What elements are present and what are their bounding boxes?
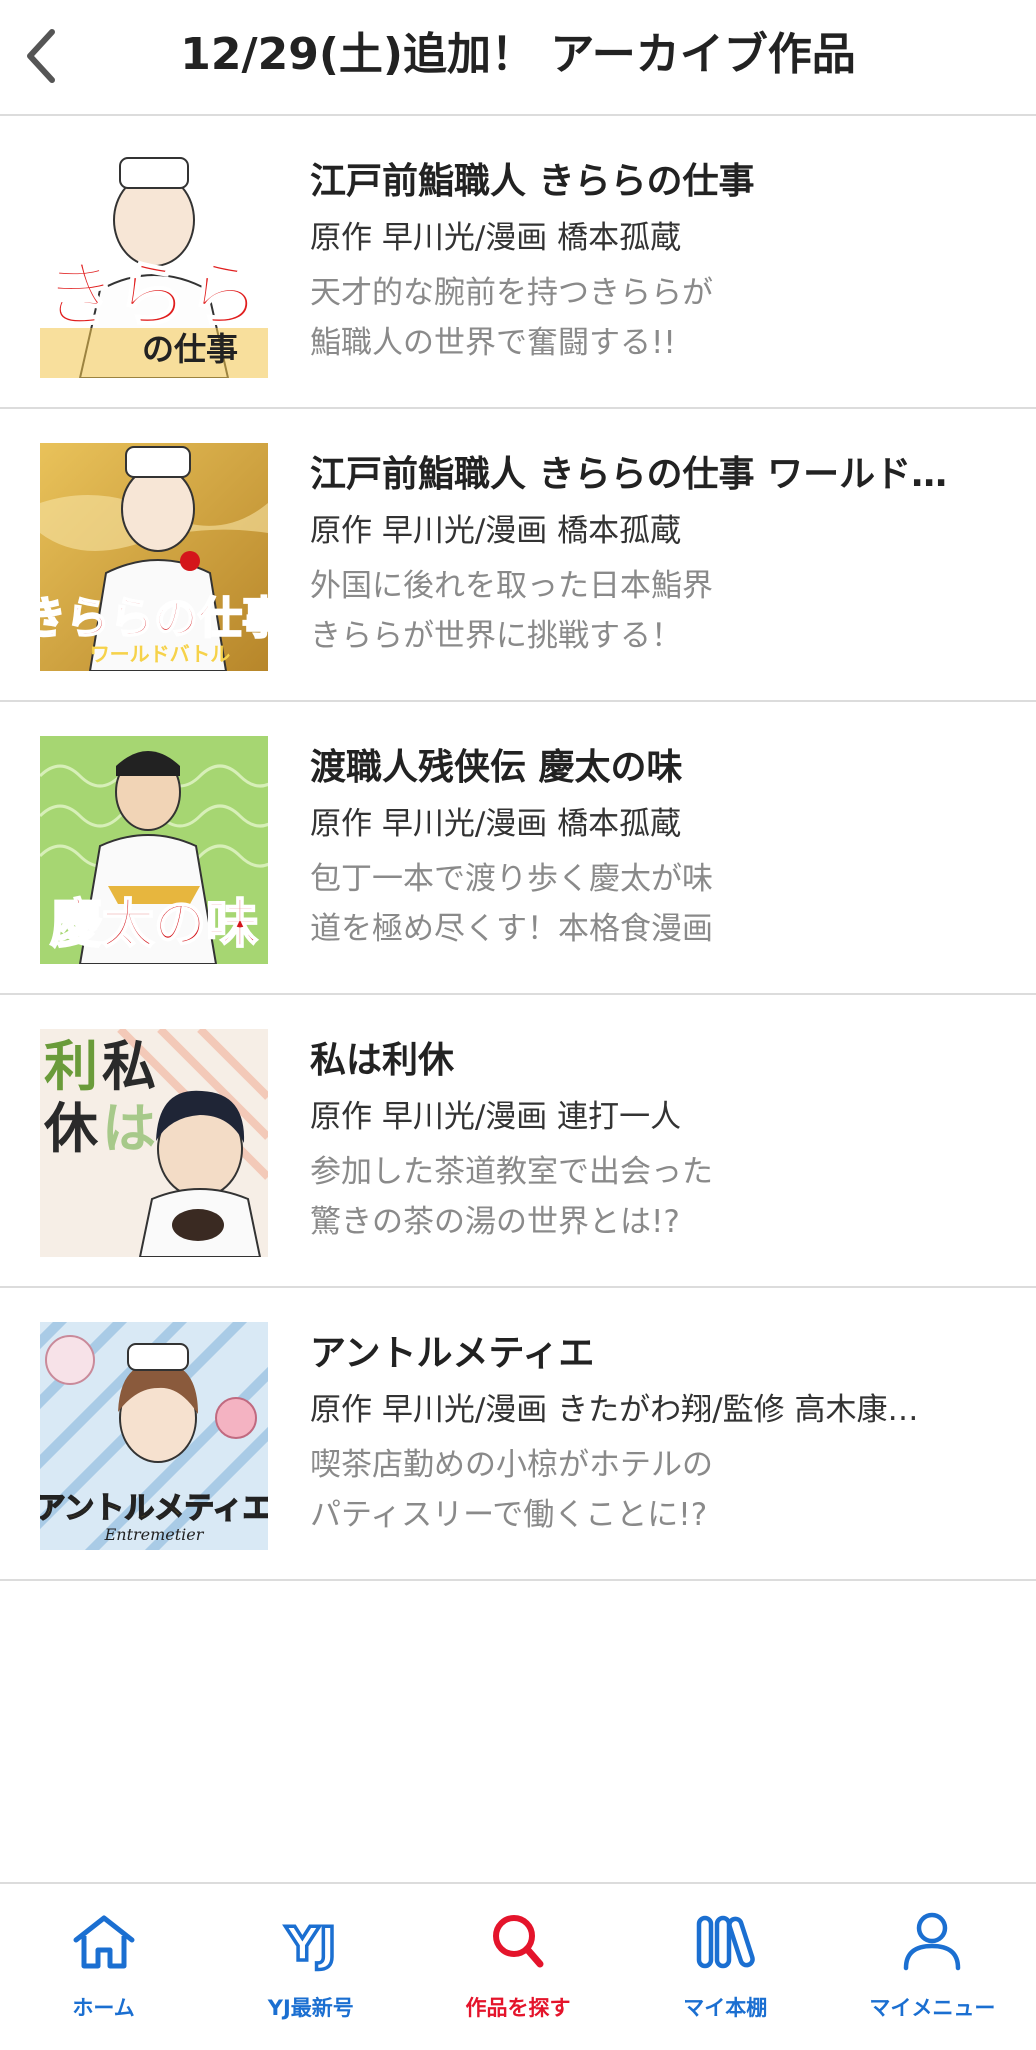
list-item[interactable]: 利 私 休 は 私は利休 原作 早川光/漫画 連打一人 参加した茶道教室で出会っ…	[0, 995, 1036, 1288]
bookshelf-icon	[696, 1915, 756, 1969]
tab-label: マイメニュー	[869, 1996, 996, 2020]
svg-text:きらら: きらら	[44, 252, 260, 337]
list-item[interactable]: きららの仕事 ワールドバトル 江戸前鮨職人 きららの仕事 ワールド… 原作 早川…	[0, 409, 1036, 702]
svg-text:きららの仕事: きららの仕事	[40, 593, 268, 644]
tab-label: マイ本棚	[683, 1996, 768, 2020]
archive-list: きらら の仕事 江戸前鮨職人 きららの仕事 原作 早川光/漫画 橋本孤蔵 天才的…	[0, 116, 1036, 1581]
svg-text:ワールドバトル: ワールドバトル	[90, 642, 231, 666]
item-description-line: 道を極め尽くす！本格食漫画	[310, 911, 713, 947]
item-description: 天才的な腕前を持つきららが 鮨職人の世界で奮闘する!!	[310, 268, 1000, 368]
home-icon	[73, 1915, 135, 1969]
item-description-line: パティスリーで働くことに!?	[310, 1497, 708, 1533]
item-description: 外国に後れを取った日本鮨界 きららが世界に挑戦する！	[310, 561, 1000, 661]
tab-label: ホーム	[72, 1996, 135, 2020]
svg-text:は: は	[102, 1096, 156, 1160]
list-item[interactable]: 慶太の味 渡職人残侠伝 慶太の味 原作 早川光/漫画 橋本孤蔵 包丁一本で渡り歩…	[0, 702, 1036, 995]
yj-logo-icon: YJ	[283, 1915, 338, 1972]
item-author: 原作 早川光/漫画 きたがわ翔/監修 高木康…	[310, 1392, 919, 1428]
tab-home[interactable]: ホーム	[0, 1884, 207, 2050]
page-title: 12/29(土)追加！ アーカイブ作品	[180, 29, 856, 80]
list-item[interactable]: きらら の仕事 江戸前鮨職人 きららの仕事 原作 早川光/漫画 橋本孤蔵 天才的…	[0, 116, 1036, 409]
item-description-line: 天才的な腕前を持つきららが	[310, 275, 713, 311]
item-author: 原作 早川光/漫画 橋本孤蔵	[310, 806, 682, 842]
svg-text:利: 利	[44, 1034, 98, 1098]
search-icon	[493, 1915, 544, 1968]
item-description-line: 驚きの茶の湯の世界とは!?	[310, 1204, 680, 1240]
item-title[interactable]: 私は利休	[310, 1031, 1000, 1083]
item-description-line: 喫茶店勤めの小椋がホテルの	[310, 1447, 713, 1483]
item-description-line: 外国に後れを取った日本鮨界	[310, 568, 713, 604]
tab-label: 作品を探す	[465, 1996, 571, 2020]
item-description-line: 鮨職人の世界で奮闘する!!	[310, 325, 676, 361]
tab-search-works[interactable]: 作品を探す	[414, 1884, 621, 2050]
cover-image: アントルメティエ Entremetier	[40, 1322, 268, 1550]
item-description: 参加した茶道教室で出会った 驚きの茶の湯の世界とは!?	[310, 1147, 1000, 1247]
item-description-line: 包丁一本で渡り歩く慶太が味	[310, 861, 713, 897]
item-description-line: 参加した茶道教室で出会った	[310, 1154, 713, 1190]
svg-text:慶太の味: 慶太の味	[50, 894, 258, 955]
tab-label: YJ最新号	[267, 1996, 354, 2020]
svg-text:アントルメティエ: アントルメティエ	[40, 1491, 268, 1526]
cover-image: きらら の仕事	[40, 150, 268, 378]
item-title[interactable]: 渡職人残侠伝 慶太の味	[310, 738, 1000, 790]
tab-yj-latest[interactable]: YJ YJ最新号	[207, 1884, 414, 2050]
svg-text:私: 私	[102, 1034, 156, 1098]
cover-image: 慶太の味	[40, 736, 268, 964]
item-title[interactable]: アントルメティエ	[310, 1324, 1000, 1376]
item-description: 包丁一本で渡り歩く慶太が味 道を極め尽くす！本格食漫画	[310, 854, 1000, 954]
header: 12/29(土)追加！ アーカイブ作品	[0, 0, 1036, 116]
svg-text:の仕事: の仕事	[142, 330, 238, 368]
user-icon	[904, 1912, 961, 1971]
svg-text:休: 休	[43, 1096, 99, 1160]
tab-my-bookshelf[interactable]: マイ本棚	[622, 1884, 829, 2050]
svg-text:YJ: YJ	[285, 1917, 336, 1971]
list-item[interactable]: アントルメティエ Entremetier アントルメティエ 原作 早川光/漫画 …	[0, 1288, 1036, 1581]
cover-image: 利 私 休 は	[40, 1029, 268, 1257]
item-title[interactable]: 江戸前鮨職人 きららの仕事 ワールド…	[310, 445, 1000, 497]
item-author: 原作 早川光/漫画 橋本孤蔵	[310, 220, 682, 256]
item-author: 原作 早川光/漫画 連打一人	[310, 1099, 682, 1135]
item-author: 原作 早川光/漫画 橋本孤蔵	[310, 513, 682, 549]
bottom-tab-bar: ホーム YJ YJ最新号 作品を探す マイ本棚 マイメニュー	[0, 1882, 1036, 2050]
tab-my-menu[interactable]: マイメニュー	[829, 1884, 1036, 2050]
item-description-line: きららが世界に挑戦する！	[310, 618, 682, 654]
item-description: 喫茶店勤めの小椋がホテルの パティスリーで働くことに!?	[310, 1440, 1000, 1540]
svg-text:Entremetier: Entremetier	[104, 1525, 205, 1544]
item-title[interactable]: 江戸前鮨職人 きららの仕事	[310, 152, 1000, 204]
cover-image: きららの仕事 ワールドバトル	[40, 443, 268, 671]
